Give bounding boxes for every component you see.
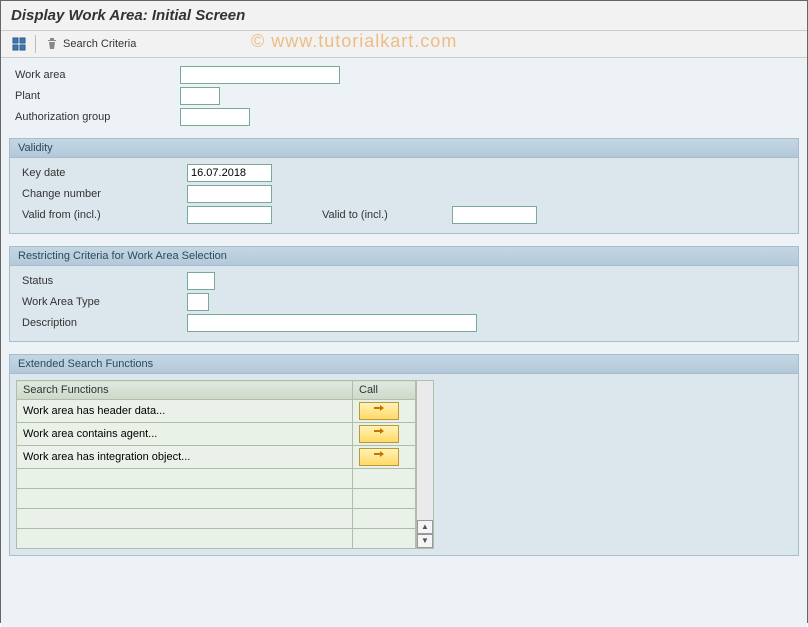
- app-window: © www.tutorialkart.com Display Work Area…: [0, 0, 808, 623]
- status-input[interactable]: [187, 272, 215, 290]
- validity-header: Validity: [10, 139, 798, 158]
- trash-icon: [45, 37, 59, 51]
- change-number-input[interactable]: [187, 185, 272, 203]
- plant-label: Plant: [15, 90, 180, 102]
- auth-group-input[interactable]: [180, 108, 250, 126]
- toolbar: Search Criteria: [1, 31, 807, 58]
- table-row: Work area has header data...: [17, 400, 416, 423]
- table-row: [17, 469, 416, 489]
- description-input[interactable]: [187, 314, 477, 332]
- search-criteria-label: Search Criteria: [63, 38, 136, 50]
- status-label: Status: [22, 275, 187, 287]
- valid-from-label: Valid from (incl.): [22, 209, 187, 221]
- description-label: Description: [22, 317, 187, 329]
- valid-to-input[interactable]: [452, 206, 537, 224]
- arrow-right-icon: [372, 403, 386, 413]
- content-area: Work area Plant Authorization group Vali…: [1, 58, 807, 627]
- table-row: Work area contains agent...: [17, 423, 416, 446]
- auth-group-label: Authorization group: [15, 111, 180, 123]
- col-search-functions[interactable]: Search Functions: [17, 381, 353, 400]
- top-fields-group: Work area Plant Authorization group: [9, 66, 799, 126]
- key-date-input[interactable]: [187, 164, 272, 182]
- restricting-panel: Restricting Criteria for Work Area Selec…: [9, 246, 799, 342]
- scroll-up-button[interactable]: ▲: [417, 520, 433, 534]
- table-row: [17, 529, 416, 549]
- key-date-label: Key date: [22, 167, 187, 179]
- call-button[interactable]: [359, 448, 399, 466]
- change-number-label: Change number: [22, 188, 187, 200]
- work-area-input[interactable]: [180, 66, 340, 84]
- work-area-label: Work area: [15, 69, 180, 81]
- work-area-type-input[interactable]: [187, 293, 209, 311]
- table-scrollbar: ▲ ▼: [416, 380, 434, 549]
- table-row: [17, 509, 416, 529]
- search-func-label: Work area has integration object...: [17, 446, 353, 469]
- search-criteria-button[interactable]: Search Criteria: [40, 34, 141, 54]
- search-func-label: Work area has header data...: [17, 400, 353, 423]
- arrow-right-icon: [372, 449, 386, 459]
- arrow-right-icon: [372, 426, 386, 436]
- call-button[interactable]: [359, 425, 399, 443]
- valid-from-input[interactable]: [187, 206, 272, 224]
- call-button[interactable]: [359, 402, 399, 420]
- search-func-label: Work area contains agent...: [17, 423, 353, 446]
- restricting-header: Restricting Criteria for Work Area Selec…: [10, 247, 798, 266]
- extended-panel: Extended Search Functions Search Functio…: [9, 354, 799, 556]
- col-call[interactable]: Call: [353, 381, 416, 400]
- extended-header: Extended Search Functions: [10, 355, 798, 374]
- table-row: Work area has integration object...: [17, 446, 416, 469]
- validity-panel: Validity Key date Change number Valid fr…: [9, 138, 799, 234]
- work-area-type-label: Work Area Type: [22, 296, 187, 308]
- scroll-down-button[interactable]: ▼: [417, 534, 433, 548]
- toolbar-separator: [35, 35, 36, 53]
- table-row: [17, 489, 416, 509]
- valid-to-label: Valid to (incl.): [322, 209, 452, 221]
- search-functions-table: Search Functions Call Work area has head…: [16, 380, 416, 549]
- grid-icon: [12, 37, 26, 51]
- plant-input[interactable]: [180, 87, 220, 105]
- grid-button[interactable]: [7, 34, 31, 54]
- page-title: Display Work Area: Initial Screen: [1, 1, 807, 31]
